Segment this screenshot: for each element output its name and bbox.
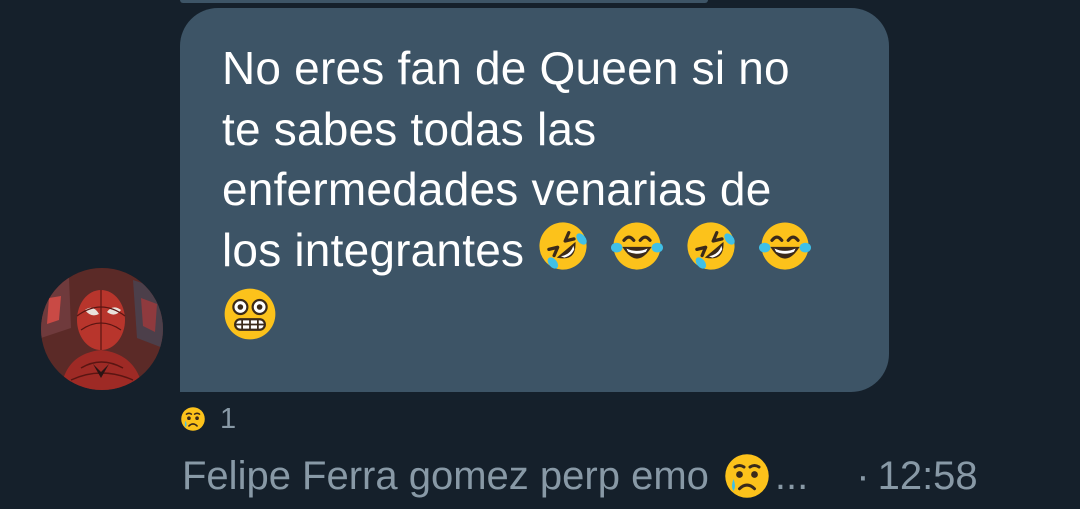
message-text: No eres fan de Queen si no te sabes toda…	[222, 38, 849, 351]
message-bubble[interactable]: No eres fan de Queen si no te sabes toda…	[180, 8, 889, 392]
tears-of-joy-icon	[759, 221, 812, 270]
message-line: te sabes todas las	[222, 102, 597, 155]
name-ellipsis: ...	[774, 453, 809, 498]
crying-face-icon	[725, 454, 769, 498]
message-line: No eres fan de Queen si no	[222, 42, 790, 94]
spiderman-avatar-image	[41, 268, 163, 390]
sender-avatar[interactable]	[41, 268, 163, 390]
message-footer: Felipe Ferra gomez perp emo ... · 12:58	[182, 448, 1042, 504]
reaction-badge[interactable]: 1	[180, 402, 237, 435]
message-line: los integrantes	[222, 223, 525, 276]
footer-separator: ·	[856, 453, 870, 498]
reaction-count: 1	[220, 402, 237, 435]
crying-face-icon	[181, 407, 205, 431]
rolling-on-floor-laughing-icon	[539, 221, 587, 270]
message-line: enfermedades venarias de	[222, 163, 772, 215]
rolling-on-floor-laughing-icon	[687, 221, 735, 270]
tears-of-joy-icon	[611, 221, 664, 270]
grimacing-flushed-icon	[224, 288, 276, 340]
previous-message-bubble-edge	[180, 0, 708, 3]
message-timestamp: 12:58	[877, 453, 978, 498]
sender-name[interactable]: Felipe Ferra gomez perp emo	[182, 454, 709, 499]
